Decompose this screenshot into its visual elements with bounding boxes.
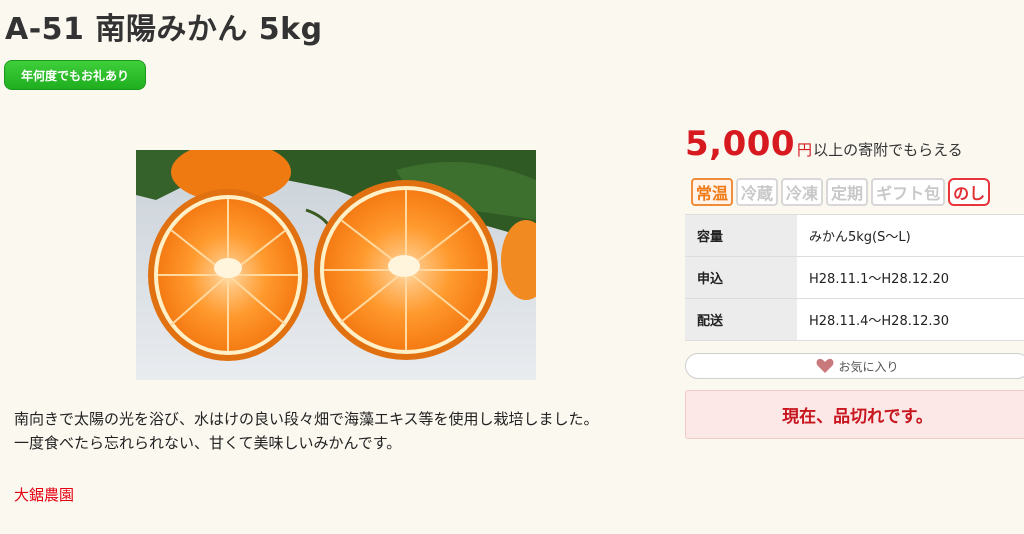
spec-table: 容量 みかん5kg(S〜L) 申込 H28.11.1〜H28.12.20 配送 … bbox=[685, 214, 1024, 341]
description-line: 一度食べたら忘れられない、甘くて美味しいみかんです。 bbox=[14, 434, 402, 452]
favorite-label: お気に入り bbox=[838, 359, 899, 374]
spec-row-application: 申込 H28.11.1〜H28.12.20 bbox=[685, 256, 1024, 299]
spec-label: 容量 bbox=[685, 214, 797, 257]
tag-chilled: 冷蔵 bbox=[736, 178, 779, 206]
sold-out-status: 現在、品切れです。 bbox=[685, 390, 1024, 439]
product-title: A-51 南陽みかん 5kg bbox=[5, 12, 323, 47]
spec-row-capacity: 容量 みかん5kg(S〜L) bbox=[685, 214, 1024, 257]
tag-room-temp: 常温 bbox=[691, 178, 734, 206]
price-amount: 5,000 bbox=[685, 124, 796, 164]
spec-value: H28.11.1〜H28.12.20 bbox=[797, 256, 1024, 299]
product-image[interactable] bbox=[136, 150, 536, 380]
price-suffix: 以上の寄附でもらえる bbox=[813, 141, 963, 159]
price-unit: 円 bbox=[797, 141, 813, 159]
tag-subscription: 定期 bbox=[826, 178, 869, 206]
heart-icon bbox=[816, 358, 834, 374]
product-page: A-51 南陽みかん 5kg 年何度でもお礼あり 南向きで太陽の光を浴び、水はけ… bbox=[0, 0, 1024, 534]
mikan-photo bbox=[136, 150, 536, 380]
tag-gift-wrap: ギフト包 bbox=[871, 178, 946, 206]
delivery-tags: 常温 冷蔵 冷凍 定期 ギフト包 のし bbox=[691, 178, 991, 206]
spec-row-delivery: 配送 H28.11.4〜H28.12.30 bbox=[685, 298, 1024, 341]
spec-label: 申込 bbox=[685, 256, 797, 299]
spec-label: 配送 bbox=[685, 298, 797, 341]
farm-name: 大鋸農園 bbox=[14, 486, 75, 504]
tag-noshi: のし bbox=[948, 178, 991, 206]
spec-value: H28.11.4〜H28.12.30 bbox=[797, 298, 1024, 341]
description-line: 南向きで太陽の光を浴び、水はけの良い段々畑で海藻エキス等を使用し栽培しました。 bbox=[14, 410, 599, 428]
donation-price: 5,000 円 以上の寄附でもらえる bbox=[685, 124, 963, 164]
spec-value: みかん5kg(S〜L) bbox=[797, 214, 1024, 257]
tag-frozen: 冷凍 bbox=[781, 178, 824, 206]
favorite-button[interactable]: お気に入り bbox=[685, 353, 1024, 379]
thanks-badge[interactable]: 年何度でもお礼あり bbox=[4, 60, 146, 90]
product-description: 南向きで太陽の光を浴び、水はけの良い段々畑で海藻エキス等を使用し栽培しました。 … bbox=[14, 407, 599, 455]
